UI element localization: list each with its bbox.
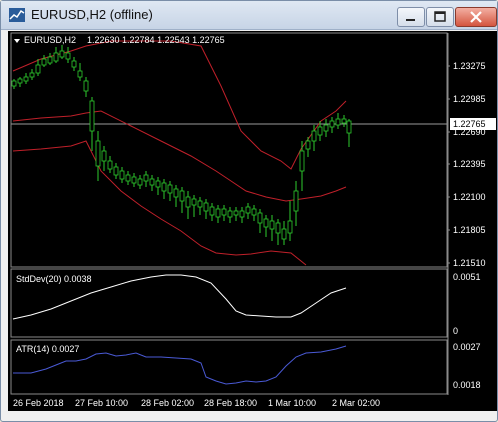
price-tick-label: 1.22395 xyxy=(453,159,486,169)
candle-body xyxy=(113,166,119,176)
candle-body xyxy=(341,118,347,124)
candle-body xyxy=(131,176,137,184)
stddev-label: StdDev(20) 0.0038 xyxy=(16,274,92,284)
candle-body xyxy=(269,220,275,230)
candle-body xyxy=(71,60,77,68)
price-tick-label: 1.22985 xyxy=(453,94,486,104)
candle-body xyxy=(41,58,47,66)
current-price-label: 1.22765 xyxy=(453,119,486,129)
candle-body xyxy=(17,78,23,84)
candle-body xyxy=(161,182,167,192)
price-tick-label: 1.22100 xyxy=(453,192,486,202)
candle-body xyxy=(29,72,35,78)
candle-body xyxy=(203,202,209,212)
atr-tick-top: 0.0027 xyxy=(453,342,481,352)
candle-body xyxy=(95,140,101,167)
ohlc-readout: 1.22630 1.22784 1.22543 1.22765 xyxy=(87,35,225,45)
candle-body xyxy=(215,208,221,218)
candle-body xyxy=(143,174,149,182)
candle-body xyxy=(179,190,185,202)
candle-body xyxy=(167,184,173,194)
candle-body xyxy=(107,160,113,170)
candle-body xyxy=(35,64,41,74)
candle-body xyxy=(293,190,299,212)
candle-body xyxy=(263,218,269,228)
chart-canvas[interactable]: EURUSD,H2 1.22630 1.22784 1.22543 1.2276… xyxy=(1,1,497,421)
time-axis-label: 28 Feb 18:00 xyxy=(204,398,257,408)
candle-body xyxy=(101,150,107,162)
candle-body xyxy=(335,118,341,126)
candle-body xyxy=(257,212,263,224)
time-axis-label: 1 Mar 10:00 xyxy=(268,398,316,408)
candle-body xyxy=(311,130,317,142)
candle-body xyxy=(275,222,281,234)
candle-body xyxy=(83,80,89,92)
candle-body xyxy=(287,220,293,234)
candle-body xyxy=(251,208,257,216)
candle-body xyxy=(323,124,329,132)
candle-body xyxy=(281,228,287,240)
candle-body xyxy=(191,198,197,206)
time-axis-label: 2 Mar 02:00 xyxy=(332,398,380,408)
candle-body xyxy=(346,120,352,134)
candle-body xyxy=(53,52,59,62)
candle-body xyxy=(317,126,323,136)
candle-body xyxy=(149,178,155,186)
candle-body xyxy=(299,150,305,172)
candle-body xyxy=(137,178,143,186)
candle-body xyxy=(59,50,65,58)
chart-window: EURUSD,H2 (offline) EURUSD,H2 1.22630 1.… xyxy=(0,0,498,422)
candle-body xyxy=(185,196,191,208)
price-tick-label: 1.21510 xyxy=(453,258,486,268)
candle-body xyxy=(239,210,245,218)
candle-body xyxy=(119,170,125,180)
candle-body xyxy=(47,56,53,64)
candle-body xyxy=(65,52,71,60)
candle-body xyxy=(197,200,203,208)
stddev-tick-bottom: 0 xyxy=(453,326,458,336)
candle-body xyxy=(233,210,239,216)
candle-body xyxy=(89,100,95,132)
candle-body xyxy=(305,140,311,150)
candle-body xyxy=(125,174,131,182)
candle-body xyxy=(173,188,179,198)
atr-label: ATR(14) 0.0027 xyxy=(16,344,79,354)
candle-body xyxy=(155,180,161,188)
time-axis-label: 26 Feb 2018 xyxy=(13,398,64,408)
candle-body xyxy=(227,210,233,218)
candle-body xyxy=(245,206,251,214)
candle-body xyxy=(77,70,83,78)
candle-body xyxy=(221,208,227,216)
candle-body xyxy=(209,206,215,216)
symbol-header: EURUSD,H2 xyxy=(24,35,76,45)
stddev-tick-top: 0.0051 xyxy=(453,272,481,282)
atr-tick-bottom: 0.0018 xyxy=(453,380,481,390)
candle-body xyxy=(23,76,29,82)
candle-body xyxy=(11,80,17,87)
price-tick-label: 1.23275 xyxy=(453,61,486,71)
candle-body xyxy=(329,120,335,128)
time-axis-label: 28 Feb 02:00 xyxy=(141,398,194,408)
price-tick-label: 1.21805 xyxy=(453,225,486,235)
time-axis-label: 27 Feb 10:00 xyxy=(75,398,128,408)
